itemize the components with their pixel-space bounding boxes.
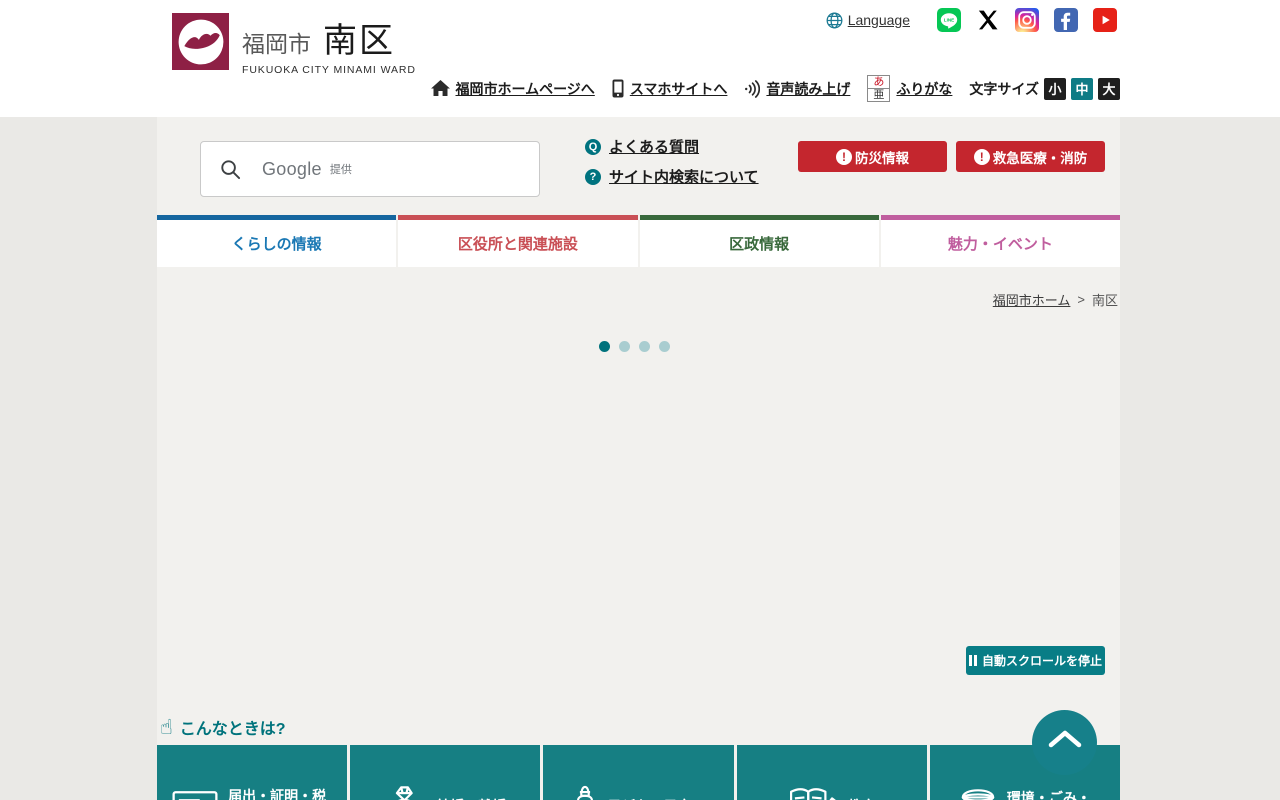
- category-certificates-taxes[interactable]: 届出・証明・税金: [157, 745, 348, 800]
- breadcrumb-current: 南区: [1091, 293, 1118, 308]
- topbar: Language LINE: [826, 8, 1117, 32]
- text-size-large-button[interactable]: 大: [1098, 77, 1120, 100]
- faq-q-icon: Q: [585, 138, 601, 155]
- svg-text:LINE: LINE: [944, 18, 954, 23]
- tab-living-info[interactable]: くらしの情報: [157, 215, 397, 267]
- main-content: Google 提供 Q よくある質問 ? サイト内検索について ! 防災情報 !…: [157, 117, 1121, 800]
- autoscroll-stop-label: 自動スクロールを停止: [981, 654, 1102, 668]
- breadcrumb-home-link[interactable]: 福岡市ホーム: [993, 290, 1071, 309]
- speech-readout-link[interactable]: 音声読み上げ: [766, 79, 850, 99]
- text-size-control: 文字サイズ 小 中 大: [969, 77, 1120, 100]
- category-marriage-divorce[interactable]: 結婚・離婚: [350, 745, 541, 800]
- site-search-input[interactable]: Google 提供: [200, 141, 540, 197]
- furigana-icon: あ 亜: [867, 75, 891, 102]
- category-label: 結婚・離婚: [436, 797, 506, 800]
- about-search-quick-link: ? サイト内検索について: [585, 166, 759, 187]
- baby-bottle-icon: [572, 784, 598, 800]
- carousel-dot-3[interactable]: [639, 341, 650, 352]
- alert-icon: !: [836, 148, 852, 165]
- disaster-info-button[interactable]: ! 防災情報: [798, 141, 947, 172]
- youtube-icon[interactable]: [1093, 8, 1117, 32]
- line-icon[interactable]: LINE: [937, 8, 961, 32]
- breadcrumb: 福岡市ホーム > 南区: [993, 290, 1118, 309]
- site-logo[interactable]: 福岡市 南区 FUKUOKA CITY MINAMI WARD: [172, 13, 416, 76]
- certificate-card-icon: [172, 787, 218, 800]
- category-boxes: 届出・証明・税金 結婚・離婚: [157, 745, 1121, 800]
- language-link[interactable]: Language: [848, 12, 910, 28]
- language-switcher: Language: [826, 12, 910, 29]
- alert-icon: !: [973, 148, 990, 165]
- pause-icon: [968, 655, 977, 666]
- situations-heading-label: こんなときは?: [179, 721, 286, 738]
- ring-icon: [384, 784, 426, 800]
- globe-icon: [826, 12, 843, 29]
- carousel-dot-2[interactable]: [619, 341, 630, 352]
- emergency-medical-label: 救急医療・消防: [992, 150, 1088, 166]
- faq-quick-link: Q よくある質問: [585, 136, 759, 157]
- scroll-to-top-button[interactable]: [1032, 710, 1097, 775]
- trash-bin-icon: [959, 785, 997, 800]
- autoscroll-stop-button[interactable]: 自動スクロールを停止: [966, 646, 1105, 675]
- situations-heading: ☝ こんなときは?: [160, 715, 286, 739]
- pointing-hand-icon: ☝: [160, 715, 173, 739]
- utility-nav: 福岡市ホームページへ スマホサイトへ 音声読み上げ あ 亜 ふりがな 文字サイズ…: [430, 75, 1120, 102]
- mobile-site-nav-item: スマホサイトへ: [612, 79, 728, 99]
- smartphone-icon: [612, 79, 624, 98]
- text-size-medium-button[interactable]: 中: [1071, 77, 1093, 100]
- breadcrumb-separator: >: [1077, 292, 1085, 307]
- facebook-icon[interactable]: [1054, 8, 1078, 32]
- logo-text: 福岡市 南区 FUKUOKA CITY MINAMI WARD: [242, 13, 416, 76]
- site-header: 福岡市 南区 FUKUOKA CITY MINAMI WARD Language: [0, 0, 1280, 117]
- disaster-info-label: 防災情報: [855, 150, 909, 166]
- emergency-medical-button[interactable]: ! 救急医療・消防: [956, 141, 1105, 172]
- text-size-label: 文字サイズ: [969, 80, 1039, 97]
- tab-ward-administration[interactable]: 区政情報: [639, 215, 879, 267]
- furigana-link[interactable]: ふりがな: [896, 79, 952, 99]
- home-icon: [430, 80, 450, 97]
- category-education[interactable]: 教育: [736, 745, 927, 800]
- category-label: 届出・証明・税金: [228, 788, 327, 800]
- category-label: 環境・ごみ・: [1006, 789, 1091, 800]
- quick-links: Q よくある質問 ? サイト内検索について: [585, 136, 759, 187]
- main-tabs: くらしの情報 区役所と関連施設 区政情報 魅力・イベント: [157, 215, 1120, 267]
- search-icon: [220, 159, 241, 180]
- mobile-site-link[interactable]: スマホサイトへ: [630, 79, 728, 99]
- city-home-nav-item: 福岡市ホームページへ: [430, 79, 595, 99]
- instagram-icon[interactable]: [1015, 8, 1039, 32]
- search-provided-label: 提供: [329, 164, 352, 176]
- furigana-nav-item: あ 亜 ふりがな: [867, 75, 952, 102]
- tab-attractions-events[interactable]: 魅力・イベント: [880, 215, 1120, 267]
- chevron-up-icon: [1048, 730, 1082, 748]
- category-label: 子ども・子育て: [608, 797, 706, 800]
- category-children-childcare[interactable]: 子ども・子育て: [543, 745, 734, 800]
- speech-nav-item: 音声読み上げ: [744, 79, 850, 99]
- about-site-search-link[interactable]: サイト内検索について: [609, 166, 759, 187]
- speaker-waves-icon: [744, 79, 761, 98]
- logo-city: 福岡市: [242, 31, 311, 57]
- category-label: 教育: [848, 797, 876, 800]
- logo-subtitle: FUKUOKA CITY MINAMI WARD: [242, 64, 416, 76]
- text-size-small-button[interactable]: 小: [1044, 77, 1066, 100]
- search-provider-label: Google: [262, 158, 322, 179]
- logo-ward: 南区: [323, 22, 395, 60]
- fukuoka-wave-logo-icon: [172, 13, 229, 70]
- faq-link[interactable]: よくある質問: [609, 136, 699, 157]
- tab-ward-office-facilities[interactable]: 区役所と関連施設: [398, 215, 638, 267]
- carousel-dot-4[interactable]: [659, 341, 670, 352]
- carousel-dots: [599, 341, 670, 352]
- x-twitter-icon[interactable]: [976, 8, 1000, 32]
- carousel-dot-1[interactable]: [599, 341, 610, 352]
- city-home-link[interactable]: 福岡市ホームページへ: [456, 79, 595, 99]
- book-pencil-icon: [788, 786, 838, 800]
- page: 福岡市 南区 FUKUOKA CITY MINAMI WARD Language: [0, 0, 1280, 800]
- question-mark-icon: ?: [585, 168, 601, 185]
